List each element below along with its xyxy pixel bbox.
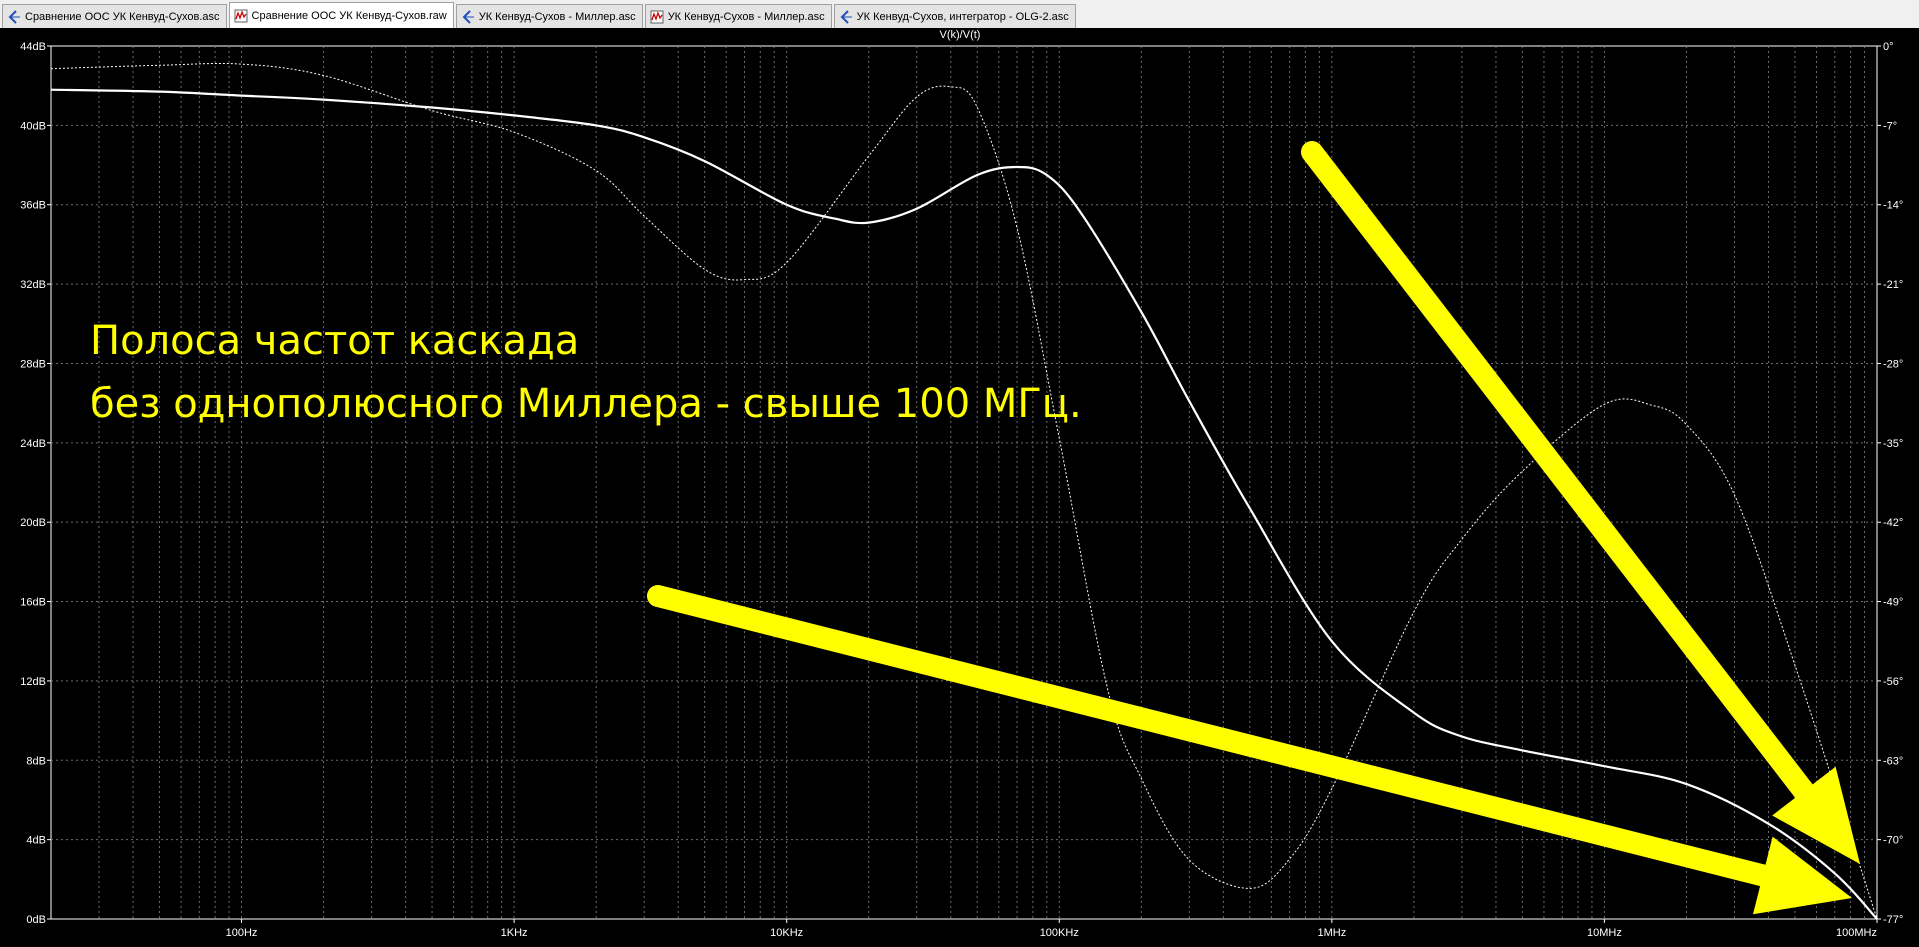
waveform-viewer[interactable]: 0dB 4dB 8dB 12dB 16dB 20dB 24dB 28dB 32dB 36dB 40d… [0,28,1919,947]
document-tab[interactable]: УК Кенвуд-Сухов - Миллер.asc [644,4,832,28]
right-tick-label: -56° [1883,676,1903,688]
waveform-icon [650,10,664,23]
right-tick-label: -28° [1883,358,1903,370]
trace-title[interactable]: V(k)/V(t) [940,29,981,41]
schematic-icon [462,9,474,24]
right-tick-label: -63° [1883,755,1903,767]
bode-plot[interactable]: 0dB 4dB 8dB 12dB 16dB 20dB 24dB 28dB 32dB 36dB 40d… [0,28,1919,947]
tab-label: УК Кенвуд-Сухов - Миллер.asc [478,10,636,23]
right-tick-label: -49° [1883,597,1903,609]
left-tick-label: 44dB [20,41,46,53]
document-tab[interactable]: Сравнение ООС УК Кенвуд-Сухов.raw [228,2,454,28]
tab-label: Сравнение ООС УК Кенвуд-Сухов.raw [251,9,447,22]
left-tick-label: 36dB [20,200,46,212]
bottom-tick-label: 100MHz [1836,927,1877,939]
tab-label: УК Кенвуд-Сухов, интегратор - OLG-2.asc [856,10,1069,23]
left-tick-label: 32dB [20,279,46,291]
left-tick-label: 12dB [20,676,46,688]
document-tab[interactable]: УК Кенвуд-Сухов - Миллер.asc [455,4,643,28]
left-tick-label: 4dB [26,835,46,847]
left-tick-label: 0dB [26,914,46,926]
annotation-line-2: без однополюсного Миллера - свыше 100 МГ… [90,381,1082,427]
right-tick-label: -7° [1883,120,1897,132]
right-tick-label: -14° [1883,200,1903,212]
schematic-icon [840,9,852,24]
right-tick-label: 0° [1883,41,1894,53]
right-tick-label: -77° [1883,914,1903,926]
bottom-tick-label: 10KHz [770,927,803,939]
right-tick-label: -42° [1883,517,1903,529]
right-tick-label: -70° [1883,835,1903,847]
bottom-tick-label: 10MHz [1587,927,1622,939]
tab-label: УК Кенвуд-Сухов - Миллер.asc [667,10,825,23]
left-tick-label: 20dB [20,517,46,529]
tab-label: Сравнение ООС УК Кенвуд-Сухов.asc [25,10,220,23]
bottom-tick-label: 100KHz [1040,927,1079,939]
document-tab[interactable]: УК Кенвуд-Сухов, интегратор - OLG-2.asc [833,4,1076,28]
bottom-tick-label: 1KHz [501,927,528,939]
right-tick-label: -21° [1883,279,1903,291]
annotation-line-1: Полоса частот каскада [90,318,579,364]
schematic-icon [8,9,20,24]
left-tick-label: 40dB [20,120,46,132]
waveform-icon [234,9,248,22]
left-tick-label: 24dB [20,438,46,450]
right-tick-label: -35° [1883,438,1903,450]
left-tick-label: 8dB [26,755,46,767]
document-tab-bar: Сравнение ООС УК Кенвуд-Сухов.asc Сравнен… [0,0,1919,29]
document-tab[interactable]: Сравнение ООС УК Кенвуд-Сухов.asc [2,4,227,28]
left-tick-label: 28dB [20,358,46,370]
plot-background [0,28,1919,947]
bottom-tick-label: 100Hz [226,927,258,939]
bottom-tick-label: 1MHz [1317,927,1346,939]
left-tick-label: 16dB [20,597,46,609]
